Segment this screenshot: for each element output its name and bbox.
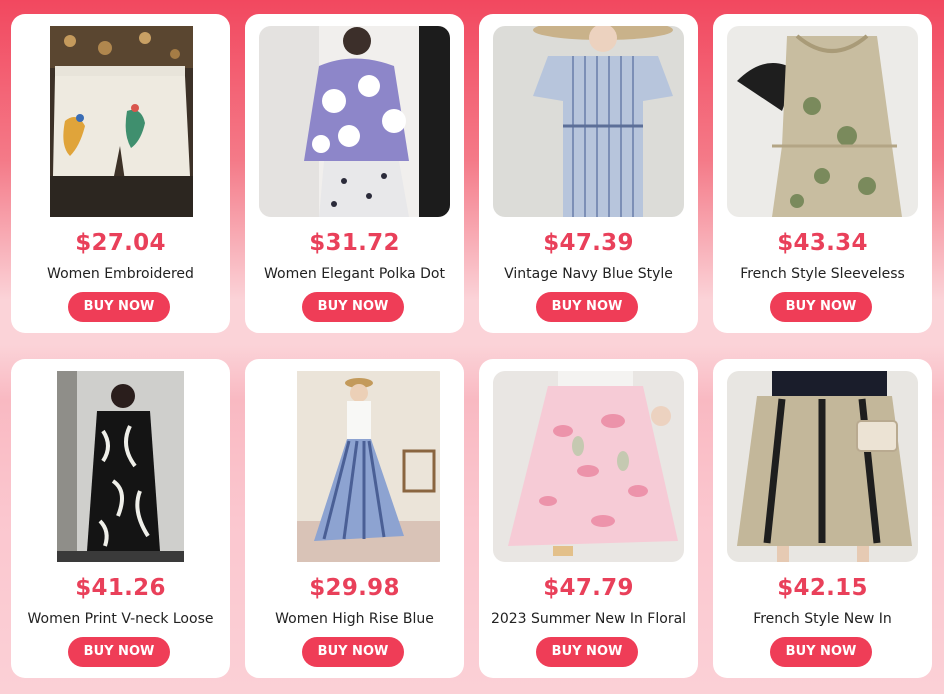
product-price: $41.26 — [75, 575, 166, 601]
product-image[interactable] — [493, 26, 684, 217]
product-card[interactable]: $42.15 French Style New In BUY NOW — [713, 359, 932, 678]
product-title[interactable]: 2023 Summer New In Floral — [479, 611, 698, 627]
buy-now-button[interactable]: BUY NOW — [770, 637, 872, 667]
buy-now-button[interactable]: BUY NOW — [68, 292, 170, 322]
product-title[interactable]: French Style New In — [713, 611, 932, 627]
product-card[interactable]: $29.98 Women High Rise Blue BUY NOW — [245, 359, 464, 678]
buy-now-button[interactable]: BUY NOW — [302, 292, 404, 322]
product-card[interactable]: $31.72 Women Elegant Polka Dot BUY NOW — [245, 14, 464, 333]
product-price: $31.72 — [309, 230, 400, 256]
buy-now-button[interactable]: BUY NOW — [536, 637, 638, 667]
product-image[interactable] — [259, 371, 450, 562]
product-image[interactable] — [25, 26, 216, 217]
product-title[interactable]: Women Elegant Polka Dot — [245, 266, 464, 282]
product-card[interactable]: $47.39 Vintage Navy Blue Style BUY NOW — [479, 14, 698, 333]
product-image[interactable] — [493, 371, 684, 562]
product-title[interactable]: French Style Sleeveless — [713, 266, 932, 282]
buy-now-button[interactable]: BUY NOW — [770, 292, 872, 322]
product-grid: $27.04 Women Embroidered BUY NOW $31.72 … — [0, 0, 944, 694]
product-price: $47.79 — [543, 575, 634, 601]
buy-now-button[interactable]: BUY NOW — [302, 637, 404, 667]
product-image[interactable] — [259, 26, 450, 217]
product-card[interactable]: $47.79 2023 Summer New In Floral BUY NOW — [479, 359, 698, 678]
product-title[interactable]: Women High Rise Blue — [245, 611, 464, 627]
product-image[interactable] — [25, 371, 216, 562]
product-price: $27.04 — [75, 230, 166, 256]
product-title[interactable]: Women Embroidered — [11, 266, 230, 282]
product-card[interactable]: $41.26 Women Print V-neck Loose BUY NOW — [11, 359, 230, 678]
product-title[interactable]: Vintage Navy Blue Style — [479, 266, 698, 282]
product-image[interactable] — [727, 26, 918, 217]
product-price: $47.39 — [543, 230, 634, 256]
product-card[interactable]: $27.04 Women Embroidered BUY NOW — [11, 14, 230, 333]
product-image[interactable] — [727, 371, 918, 562]
buy-now-button[interactable]: BUY NOW — [68, 637, 170, 667]
product-title[interactable]: Women Print V-neck Loose — [11, 611, 230, 627]
buy-now-button[interactable]: BUY NOW — [536, 292, 638, 322]
product-price: $29.98 — [309, 575, 400, 601]
product-price: $42.15 — [777, 575, 868, 601]
product-price: $43.34 — [777, 230, 868, 256]
product-card[interactable]: $43.34 French Style Sleeveless BUY NOW — [713, 14, 932, 333]
